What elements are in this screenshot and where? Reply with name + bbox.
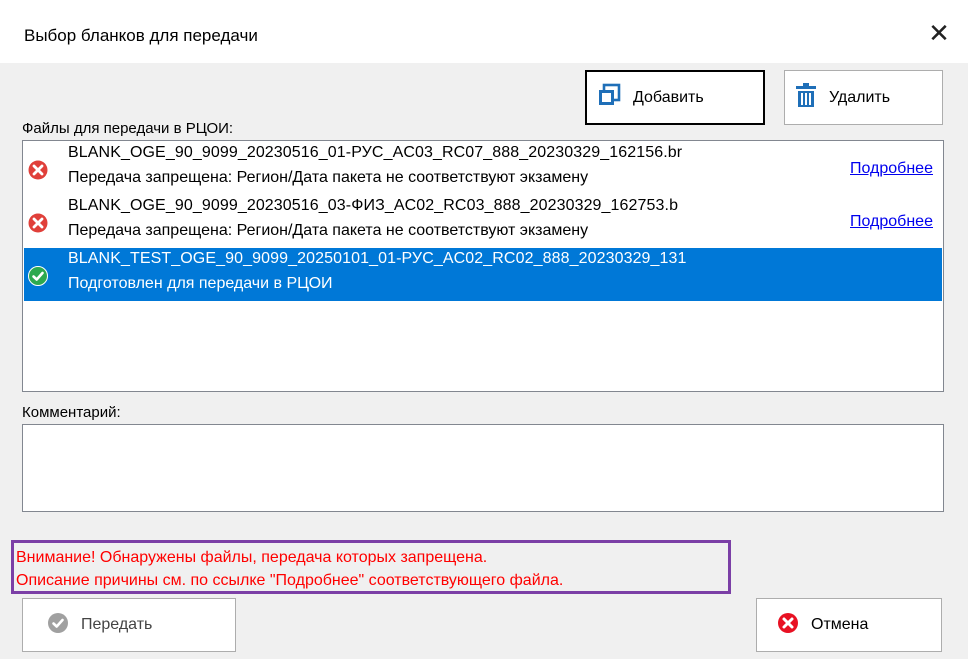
send-button-label: Передать — [81, 616, 153, 633]
delete-button-label: Удалить — [829, 88, 891, 106]
check-icon — [47, 612, 69, 639]
file-status: Подготовлен для передачи в РЦОИ — [68, 275, 333, 292]
send-button[interactable]: Передать — [22, 598, 236, 652]
warning-line-2: Описание причины см. по ссылке "Подробне… — [16, 572, 564, 589]
title-bar: Выбор бланков для передачи ✕ — [0, 0, 968, 63]
dialog-window: Выбор бланков для передачи ✕ Добавить Уд… — [0, 0, 968, 659]
file-name: BLANK_TEST_OGE_90_9099_20250101_01-РУС_A… — [68, 250, 687, 267]
error-icon — [777, 612, 799, 639]
error-icon — [28, 160, 48, 180]
warning-message: Внимание! Обнаружены файлы, передача кот… — [11, 540, 731, 594]
cancel-button-label: Отмена — [811, 616, 869, 633]
file-name: BLANK_OGE_90_9099_20230516_03-ФИЗ_AC02_R… — [68, 197, 679, 214]
copy-icon — [597, 83, 621, 112]
add-button[interactable]: Добавить — [585, 70, 765, 125]
delete-button[interactable]: Удалить — [784, 70, 943, 125]
trash-icon — [795, 83, 817, 112]
check-icon — [28, 266, 48, 286]
error-icon — [28, 213, 48, 233]
close-icon[interactable]: ✕ — [926, 20, 952, 46]
file-list-item[interactable]: BLANK_OGE_90_9099_20230516_03-ФИЗ_AC02_R… — [24, 195, 942, 248]
files-listbox[interactable]: BLANK_OGE_90_9099_20230516_01-РУС_AC03_R… — [22, 140, 944, 392]
file-name: BLANK_OGE_90_9099_20230516_01-РУС_AC03_R… — [68, 144, 683, 161]
add-button-label: Добавить — [633, 88, 704, 106]
cancel-button[interactable]: Отмена — [756, 598, 942, 652]
file-status: Передача запрещена: Регион/Дата пакета н… — [68, 222, 589, 239]
warning-line-1: Внимание! Обнаружены файлы, передача кот… — [16, 549, 488, 566]
details-link[interactable]: Подробнее — [850, 213, 933, 231]
files-label: Файлы для передачи в РЦОИ: — [22, 120, 234, 137]
file-list-item-selected[interactable]: BLANK_TEST_OGE_90_9099_20250101_01-РУС_A… — [24, 248, 942, 301]
file-list-item[interactable]: BLANK_OGE_90_9099_20230516_01-РУС_AC03_R… — [24, 142, 942, 195]
comment-field[interactable] — [22, 424, 944, 512]
file-status: Передача запрещена: Регион/Дата пакета н… — [68, 169, 589, 186]
comment-label: Комментарий: — [22, 404, 121, 421]
details-link[interactable]: Подробнее — [850, 160, 933, 178]
window-title: Выбор бланков для передачи — [24, 26, 258, 45]
